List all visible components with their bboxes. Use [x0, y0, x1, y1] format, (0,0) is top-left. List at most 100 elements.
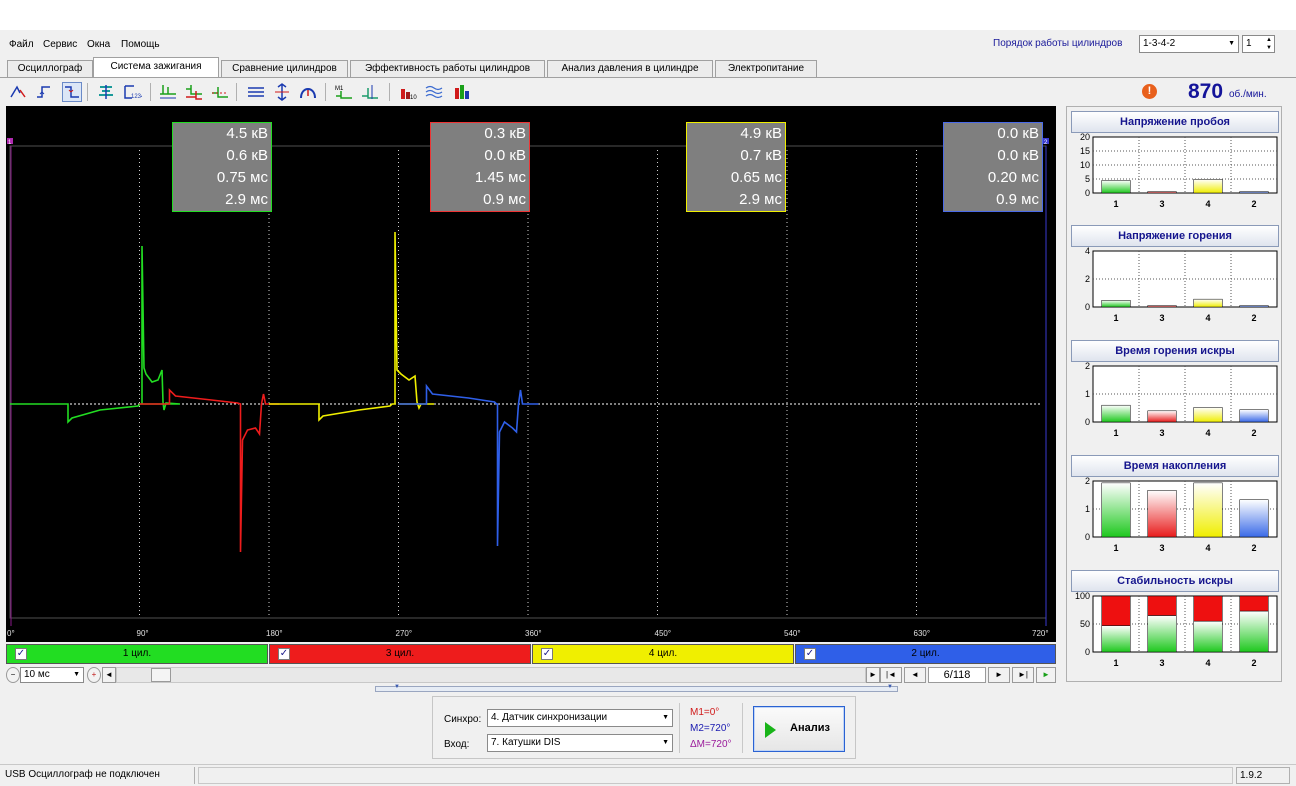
connection-status: USB Осциллограф не подключен [5, 767, 195, 784]
next-frame-icon[interactable]: ► [988, 667, 1010, 683]
cylinder-order-select[interactable]: 1-3-4-2 ▼ [1139, 35, 1239, 53]
menu-service[interactable]: Сервис [43, 39, 77, 50]
input-value: 7. Катушки DIS [491, 737, 561, 748]
category-label: 1 [1113, 658, 1118, 668]
chevron-down-icon: ▼ [662, 739, 669, 746]
secondary-ignition-icon[interactable] [158, 82, 178, 102]
channel-1-checkbox[interactable]: ✓ [15, 648, 27, 660]
waves-icon[interactable] [424, 82, 444, 102]
info-value: 0.9 мс [483, 191, 526, 208]
cylinder-waveform [269, 231, 434, 422]
channel-2-bar[interactable]: ✓ 2 цил. [795, 644, 1056, 664]
x-tick-label: 720° [1032, 629, 1049, 638]
info-value: 0.75 мс [216, 169, 268, 186]
spark-stability-chart: 100 50 0 1 3 4 2 [1075, 592, 1278, 668]
menu-help[interactable]: Помощь [121, 39, 160, 50]
zoom-in-icon[interactable]: + [87, 667, 101, 683]
bar-chart-red-icon[interactable]: 10 [398, 82, 418, 102]
value-bar [1147, 410, 1177, 423]
analyze-button[interactable]: Анализ [753, 706, 845, 752]
spin-down-icon[interactable]: ▼ [1266, 45, 1272, 52]
parade-icon[interactable] [246, 82, 266, 102]
warning-icon[interactable]: ! [1142, 84, 1157, 99]
value-bar [1239, 499, 1269, 538]
category-label: 2 [1251, 428, 1256, 438]
zoom-out-icon[interactable]: − [6, 667, 20, 683]
tab-cylinder-compare[interactable]: Сравнение цилиндров [221, 60, 348, 77]
y-tick-label: 2 [1085, 274, 1090, 284]
multi-trace-icon[interactable] [184, 82, 204, 102]
y-tick-label: 20 [1080, 133, 1090, 142]
input-select[interactable]: 7. Катушки DIS ▼ [487, 734, 673, 752]
falling-edge-icon[interactable] [62, 82, 82, 102]
category-label: 2 [1251, 199, 1256, 209]
oscilloscope-display[interactable]: 1 2 0° 90° 180° 270° 360° 450° 540° 630° 720° 4.5 … [6, 106, 1056, 642]
tab-cylinder-efficiency[interactable]: Эффективность работы цилиндров [350, 60, 545, 77]
rising-edge-icon[interactable] [34, 82, 54, 102]
scale-icon[interactable]: M1 [334, 82, 354, 102]
menu-windows[interactable]: Окна [87, 39, 110, 50]
export-icon[interactable]: 1234 [122, 82, 145, 102]
chevron-down-icon: ▼ [662, 714, 669, 721]
cylinder-order-value: 1-3-4-2 [1143, 38, 1176, 49]
channel-4-checkbox[interactable]: ✓ [541, 648, 553, 660]
channel-3-checkbox[interactable]: ✓ [278, 648, 290, 660]
channel-2-checkbox[interactable]: ✓ [804, 648, 816, 660]
category-label: 3 [1159, 313, 1164, 323]
display-icon[interactable] [298, 82, 318, 102]
timeline-scroll-row: − 10 мс ▼ + ◄ ► |◄ ◄ 6/118 ► ►| ► [6, 666, 1056, 684]
category-label: 4 [1205, 543, 1210, 553]
stability-bar-stable [1193, 620, 1223, 653]
bar-chart-green-icon[interactable] [452, 82, 472, 102]
play-icon[interactable]: ► [1036, 667, 1056, 683]
info-value: 0.0 кВ [997, 147, 1039, 164]
burn-voltage-title[interactable]: Напряжение горения [1071, 225, 1279, 247]
prev-frame-icon[interactable]: ◄ [904, 667, 926, 683]
dwell-time-title[interactable]: Время накопления [1071, 455, 1279, 477]
horizontal-scrollbar[interactable] [116, 667, 866, 683]
play-icon [765, 722, 776, 738]
channel-4-bar[interactable]: ✓ 4 цил. [532, 644, 794, 664]
cylinder-spinner[interactable]: 1 ▲ ▼ [1242, 35, 1275, 53]
marker-icon[interactable] [360, 82, 380, 102]
stability-bar-unstable [1193, 595, 1223, 622]
channel-1-bar[interactable]: ✓ 1 цил. [6, 644, 268, 664]
tab-power-supply[interactable]: Электропитание [715, 60, 817, 77]
tab-oscilloscope[interactable]: Осциллограф [7, 60, 93, 77]
scrollbar-thumb[interactable] [151, 668, 171, 682]
breakdown-voltage-title[interactable]: Напряжение пробоя [1071, 111, 1279, 133]
last-frame-icon[interactable]: ►| [1012, 667, 1034, 683]
chevron-down-icon: ▼ [73, 671, 80, 678]
info-value: 2.9 мс [225, 191, 268, 208]
stability-bar-stable [1147, 615, 1177, 653]
tree-icon[interactable] [96, 82, 116, 102]
single-trace-icon[interactable] [210, 82, 230, 102]
channel-3-bar[interactable]: ✓ 3 цил. [269, 644, 531, 664]
raster-icon[interactable] [272, 82, 292, 102]
menu-file[interactable]: Файл [9, 39, 34, 50]
sync-select[interactable]: 4. Датчик синхронизации ▼ [487, 709, 673, 727]
stability-bar-unstable [1101, 595, 1131, 626]
timebase-select[interactable]: 10 мс ▼ [20, 667, 84, 683]
scroll-left-icon[interactable]: ◄ [102, 667, 116, 683]
first-frame-icon[interactable]: |◄ [880, 667, 902, 683]
scroll-right-icon[interactable]: ► [866, 667, 880, 683]
y-tick-label: 15 [1080, 146, 1090, 156]
tab-ignition-system[interactable]: Система зажигания [93, 57, 219, 77]
y-tick-label: 1 [1085, 389, 1090, 399]
status-panel [198, 767, 1233, 784]
sync-label: Синхро: [444, 714, 482, 725]
spin-up-icon[interactable]: ▲ [1266, 37, 1272, 44]
category-label: 1 [1113, 428, 1118, 438]
y-tick-label: 0 [1085, 302, 1090, 312]
spark-stability-title[interactable]: Стабильность искры [1071, 570, 1279, 592]
x-tick-label: 180° [266, 629, 283, 638]
cursor-icon[interactable] [8, 82, 28, 102]
x-tick-label: 540° [784, 629, 801, 638]
value-bar [1101, 180, 1131, 194]
chevron-down-icon: ▼ [887, 684, 893, 690]
tab-pressure-analysis[interactable]: Анализ давления в цилиндре [547, 60, 713, 77]
rpm-value: 870 [1188, 80, 1224, 103]
panel-collapse-bar[interactable]: ▼ ▼ [375, 684, 898, 692]
spark-duration-title[interactable]: Время горения искры [1071, 340, 1279, 362]
